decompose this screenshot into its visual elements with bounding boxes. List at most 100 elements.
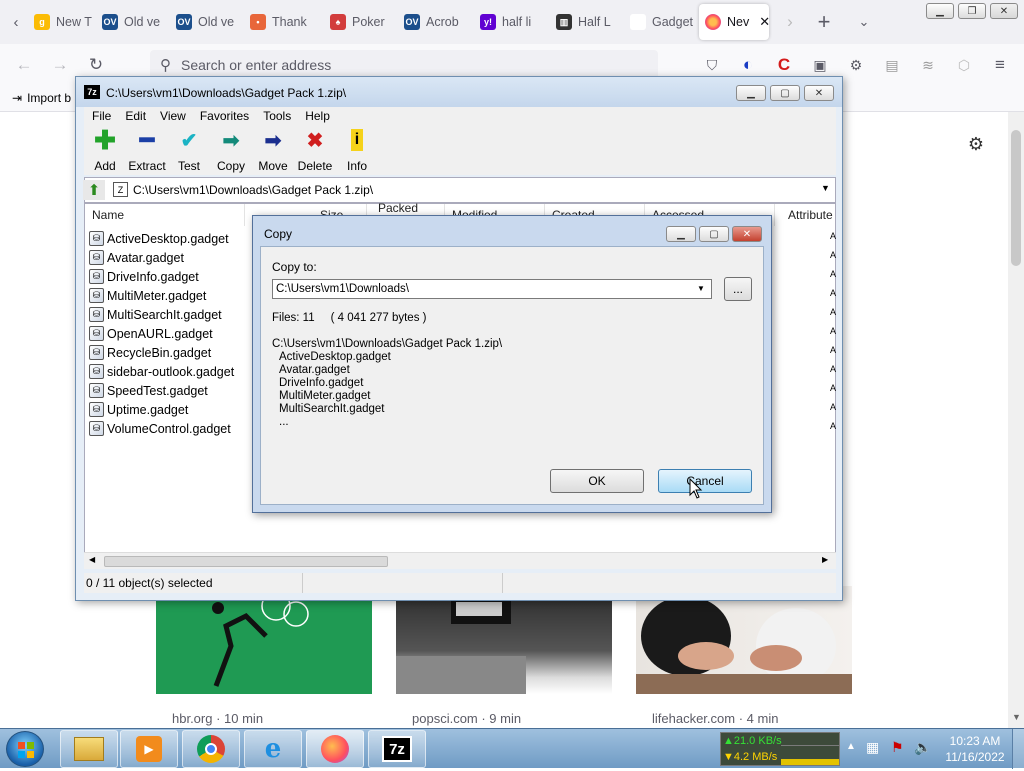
close-button[interactable]: ✕ [990,3,1018,19]
menu-tools[interactable]: Tools [263,109,291,123]
new-tab-settings-gear-icon[interactable]: ⚙ [962,130,990,158]
taskbar-chrome[interactable] [182,730,240,768]
file-row[interactable]: ⛁ MultiMeter.gadget [89,286,206,305]
file-row[interactable]: ⛁ OpenAURL.gadget [89,324,213,343]
menu-edit[interactable]: Edit [125,109,146,123]
scrollbar-thumb[interactable] [104,556,388,567]
browser-tab[interactable]: g New T [28,4,92,40]
browse-button[interactable]: ... [724,277,752,301]
dialog-close-button[interactable]: ✕ [732,226,762,242]
menu-hamburger-icon[interactable]: ≡ [986,51,1014,79]
taskbar-7zip[interactable]: 7z [368,730,426,768]
delete-button[interactable]: ✖ Delete [294,129,336,174]
close-tab-icon[interactable]: ✕ [759,14,769,30]
net-upload-rate: ▲21.0 KB/s [723,735,782,747]
file-row[interactable]: ⛁ ActiveDesktop.gadget [89,229,229,248]
7zip-minimize-button[interactable]: ▁ [736,85,766,101]
browser-tab[interactable]: OV Old ve [170,4,238,40]
page-scrollbar[interactable]: ▼ [1008,112,1024,728]
start-button[interactable] [6,731,44,767]
taskbar-firefox[interactable] [306,730,364,768]
import-bookmarks-link[interactable]: ⇥ Import b [12,91,71,105]
extract-button[interactable]: ━ Extract [126,127,168,174]
browser-tab[interactable]: y! half li [474,4,544,40]
ok-button[interactable]: OK [550,469,644,493]
move-button[interactable]: ➡ Move [252,129,294,174]
menu-favorites[interactable]: Favorites [200,109,249,123]
page-scrollbar-thumb[interactable] [1011,130,1021,266]
browser-tab[interactable]: ♠ Poker [324,4,392,40]
extension-camera-icon[interactable]: ▤ [878,51,906,79]
browser-tab[interactable]: ▥ Half L [550,4,618,40]
show-desktop-button[interactable] [1012,729,1024,769]
copy-button[interactable]: ➡ Copy [210,129,252,174]
add-button[interactable]: ✚ Add [84,125,126,174]
file-row[interactable]: ⛁ DriveInfo.gadget [89,267,199,286]
tray-action-center-icon[interactable]: ⚑ [891,739,904,756]
list-tabs-chevron-icon[interactable]: ⌄ [850,8,878,36]
extension-screenshot-icon[interactable]: ▣ [806,51,834,79]
info-button[interactable]: i Info [336,129,378,173]
extension-tools-icon[interactable]: ⚙ [842,51,870,79]
path-input[interactable]: C:\Users\vm1\Downloads\Gadget Pack 1.zip… [133,183,373,197]
scroll-right-icon[interactable]: ▶ [822,555,828,564]
reload-icon[interactable]: ↻ [82,51,110,79]
browser-tab[interactable]: OV Old ve [96,4,164,40]
tray-volume-icon[interactable]: 🔈 [914,739,931,756]
clock-time[interactable]: 10:23 AM [944,734,1006,748]
article-card[interactable]: popsci.com · 9 min [396,586,612,732]
restore-button[interactable]: ❐ [958,3,986,19]
cancel-button[interactable]: Cancel [658,469,752,493]
browser-tab[interactable]: • Thank [244,4,318,40]
extension-c-icon[interactable]: C [770,51,798,79]
extension-gear-icon[interactable]: ⬡ [950,51,978,79]
file-row[interactable]: ⛁ Avatar.gadget [89,248,184,267]
up-folder-icon[interactable]: ⬆ [83,180,105,200]
minimize-button[interactable]: ▁ [926,3,954,19]
path-dropdown-chevron-icon[interactable]: ▼ [821,183,830,193]
taskbar-explorer[interactable] [60,730,118,768]
extension-waves-icon[interactable]: ≋ [914,51,942,79]
menu-file[interactable]: File [92,109,111,123]
tab-scroll-left-icon[interactable]: ‹ [2,8,30,36]
pocket-icon[interactable]: ⛉ [698,51,726,79]
7zip-close-button[interactable]: ✕ [804,85,834,101]
dialog-minimize-button[interactable]: ▁ [666,226,696,242]
column-attribute[interactable]: Attribute [781,204,837,226]
article-card[interactable]: hbr.org · 10 min [156,586,372,732]
file-list-horizontal-scrollbar[interactable]: ◀ ▶ [84,552,836,569]
back-arrow-icon[interactable]: ← [10,51,38,79]
7zip-title-bar[interactable]: 7z C:\Users\vm1\Downloads\Gadget Pack 1.… [76,77,842,107]
copy-to-combobox[interactable]: C:\Users\vm1\Downloads\ ▼ [272,279,712,299]
test-button[interactable]: ✔ Test [168,129,210,174]
menu-view[interactable]: View [160,109,186,123]
new-tab-icon[interactable]: + [810,8,838,36]
tab-scroll-right-icon[interactable]: › [776,8,804,36]
browser-tab[interactable]: Gadget Pa [624,4,696,40]
combobox-chevron-icon[interactable]: ▼ [697,284,705,293]
delete-x-icon: ✖ [306,129,324,152]
tray-network-icon[interactable]: ▦ [866,739,879,756]
file-row[interactable]: ⛁ Uptime.gadget [89,400,188,419]
forward-arrow-icon[interactable]: → [46,51,74,79]
file-row[interactable]: ⛁ sidebar-outlook.gadget [89,362,234,381]
file-row[interactable]: ⛁ VolumeControl.gadget [89,419,231,438]
column-name[interactable]: Name [85,204,245,226]
taskbar-internet-explorer[interactable]: e [244,730,302,768]
7zip-status-bar: 0 / 11 object(s) selected [84,573,836,593]
show-hidden-icons-icon[interactable]: ▲ [846,741,856,752]
taskbar-media-player[interactable]: ▶ [120,730,178,768]
article-card[interactable]: lifehacker.com · 4 min [636,586,852,732]
file-row[interactable]: ⛁ MultiSearchIt.gadget [89,305,222,324]
dialog-maximize-button[interactable]: ▢ [699,226,729,242]
menu-help[interactable]: Help [305,109,330,123]
tab-active[interactable]: Nev ✕ [699,4,769,40]
scroll-down-icon[interactable]: ▼ [1012,712,1021,722]
extension-moon-icon[interactable]: ◐ [734,51,762,79]
scroll-left-icon[interactable]: ◀ [89,555,95,564]
browser-tab[interactable]: OV Acrob [398,4,468,40]
clock-date[interactable]: 11/16/2022 [940,750,1010,764]
file-row[interactable]: ⛁ RecycleBin.gadget [89,343,211,362]
7zip-maximize-button[interactable]: ▢ [770,85,800,101]
file-row[interactable]: ⛁ SpeedTest.gadget [89,381,208,400]
